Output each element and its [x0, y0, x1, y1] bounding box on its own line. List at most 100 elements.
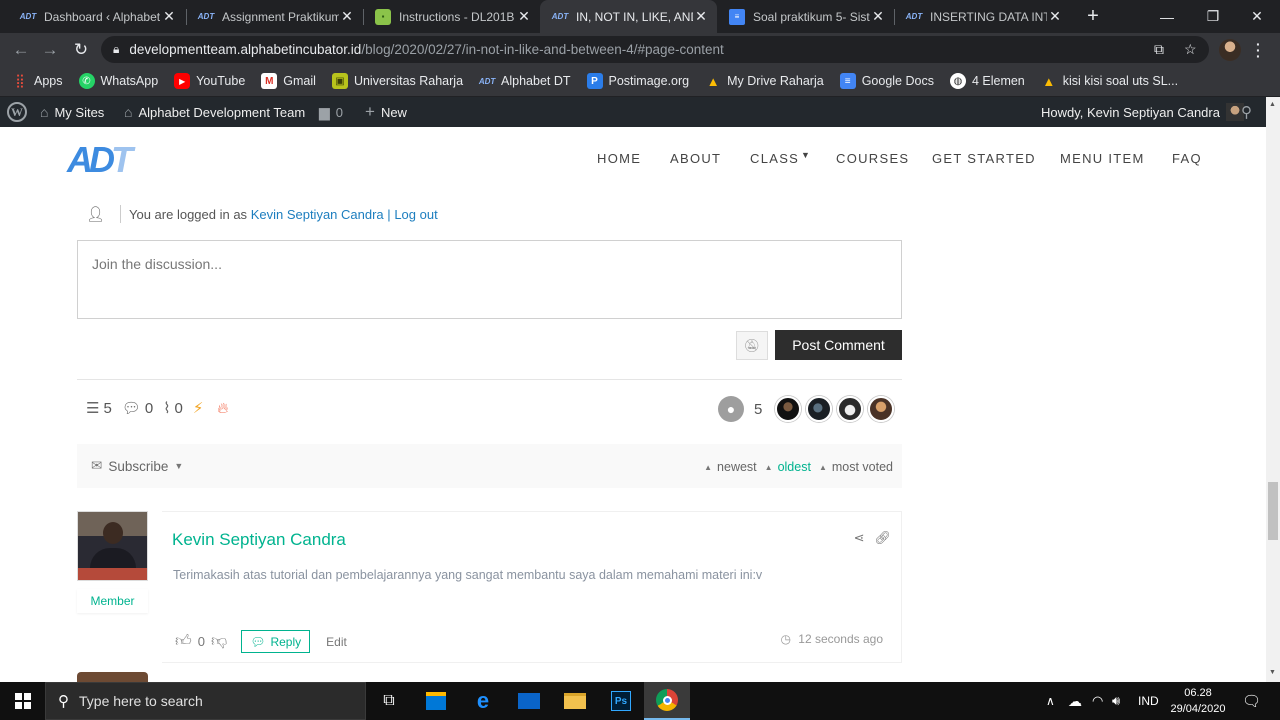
close-icon[interactable]: ✕: [870, 8, 886, 25]
bookmark-kisi-kisi[interactable]: ▲ kisi kisi soal uts SL...: [1041, 73, 1178, 89]
new-tab-button[interactable]: +: [1082, 5, 1104, 27]
reload-icon[interactable]: ↻: [68, 37, 94, 63]
clock[interactable]: 06.28 29/04/2020: [1168, 685, 1228, 717]
participant-avatar[interactable]: [868, 396, 895, 422]
edge-icon[interactable]: e: [460, 682, 506, 720]
list-icon: ☰: [86, 400, 100, 417]
edit-link[interactable]: Edit: [326, 635, 347, 649]
tab-assignment[interactable]: ADT Assignment Praktikum ✕: [186, 0, 363, 33]
tab-instructions[interactable]: ▪ Instructions - DL201B - ✕: [363, 0, 540, 33]
comment-bubble-icon: ▆: [319, 103, 330, 120]
followers-stat[interactable]: ⌇ 0: [163, 399, 183, 418]
participant-avatar[interactable]: [837, 396, 864, 422]
chrome-icon[interactable]: [644, 682, 690, 720]
avatar[interactable]: [77, 511, 148, 581]
fire-icon[interactable]: 🔥︎: [217, 400, 228, 417]
chrome-menu-icon[interactable]: · · ·: [1256, 37, 1262, 63]
back-icon[interactable]: ←: [8, 37, 34, 63]
task-view-icon[interactable]: ⧉: [366, 682, 412, 720]
thumbs-down-icon[interactable]: 👎︎: [211, 632, 227, 651]
close-icon[interactable]: ✕: [516, 8, 532, 25]
page-scrollbar[interactable]: ▲ ▼: [1266, 97, 1280, 682]
nav-get-started[interactable]: GET STARTED: [932, 151, 1036, 166]
mail-icon[interactable]: [506, 682, 552, 720]
comment-author[interactable]: Kevin Septiyan Candra: [172, 530, 346, 550]
post-comment-button[interactable]: Post Comment: [775, 330, 902, 360]
nav-about[interactable]: ABOUT: [670, 151, 721, 166]
logout-link[interactable]: Log out: [394, 207, 437, 222]
minimize-button[interactable]: —: [1144, 0, 1190, 33]
notification-icon[interactable]: 🗨︎: [1242, 682, 1261, 720]
search-icon[interactable]: ⚲: [1241, 97, 1252, 127]
subscribe-dropdown[interactable]: ✉ Subscribe ▼: [91, 458, 189, 474]
scroll-down-icon[interactable]: ▼: [1269, 669, 1276, 676]
photoshop-icon[interactable]: Ps: [598, 682, 644, 720]
site-name-button[interactable]: ⌂ Alphabet Development Team: [124, 97, 305, 127]
share-icon[interactable]: ⋖: [854, 530, 865, 546]
threads-stat[interactable]: ☰ 5: [86, 399, 112, 418]
bookmark-postimage[interactable]: P Postimage.org: [586, 73, 689, 89]
my-sites-button[interactable]: ⌂ My Sites: [40, 97, 104, 127]
nav-home[interactable]: HOME: [597, 151, 641, 166]
scrollbar-thumb[interactable]: [1268, 482, 1278, 540]
replies-stat[interactable]: 💬︎ 0: [122, 399, 153, 418]
nav-faq[interactable]: FAQ: [1172, 151, 1202, 166]
language-indicator[interactable]: IND: [1138, 682, 1159, 720]
start-button[interactable]: [0, 682, 45, 720]
nav-courses[interactable]: COURSES: [836, 151, 909, 166]
sort-most-voted[interactable]: most voted: [832, 460, 893, 474]
link-icon[interactable]: 🔗︎: [874, 530, 891, 546]
new-content-button[interactable]: + New: [365, 97, 407, 127]
bookmark-gmail[interactable]: M Gmail: [261, 73, 316, 89]
restore-button[interactable]: ❐: [1190, 0, 1236, 33]
forward-icon[interactable]: →: [37, 37, 63, 63]
tab-in-not-in[interactable]: ADT IN, NOT IN, LIKE, AND B ✕: [540, 0, 717, 33]
close-icon[interactable]: ✕: [693, 8, 709, 25]
close-window-button[interactable]: ✕: [1234, 0, 1280, 33]
bookmark-4-elemen[interactable]: ◍ 4 Elemen: [949, 73, 1025, 89]
taskbar-search-input[interactable]: ⚲ Type here to search: [45, 682, 366, 720]
bookmark-star-icon[interactable]: ☆: [1184, 41, 1197, 58]
reply-button[interactable]: 💬︎ Reply: [241, 630, 311, 653]
comments-button[interactable]: ▆ 0: [319, 97, 343, 127]
address-bar[interactable]: 🔒︎ developmentteam.alphabetincubator.id …: [101, 36, 1209, 63]
bookmark-whatsapp[interactable]: ✆ WhatsApp: [78, 73, 158, 89]
translate-icon[interactable]: ⧉: [1154, 41, 1164, 58]
profile-avatar[interactable]: [1219, 39, 1241, 61]
bookmark-raharja[interactable]: ▣ Universitas Raharja: [331, 73, 463, 89]
comment-textarea[interactable]: Join the discussion...: [77, 240, 902, 319]
close-icon[interactable]: ✕: [339, 8, 355, 25]
participant-avatar[interactable]: [806, 396, 833, 422]
bolt-icon[interactable]: ⚡︎: [193, 399, 204, 417]
bookmark-youtube[interactable]: ▶ YouTube: [174, 73, 245, 89]
nav-class[interactable]: CLASS: [750, 151, 799, 166]
thumbs-up-icon[interactable]: 👍︎: [175, 632, 192, 651]
scroll-up-icon[interactable]: ▲: [1269, 101, 1276, 108]
close-icon[interactable]: ✕: [1047, 8, 1063, 25]
tab-dashboard[interactable]: ADT Dashboard ‹ Alphabet D ✕: [8, 0, 185, 33]
avatar[interactable]: [77, 672, 148, 682]
volume-icon[interactable]: 🔊︎: [1112, 682, 1120, 720]
bookmarks-bar: ⣿ Apps ✆ WhatsApp ▶ YouTube M Gmail ▣ Un…: [0, 66, 1280, 97]
sort-oldest[interactable]: oldest: [778, 460, 811, 474]
bookmark-alphabet-dt[interactable]: ADT Alphabet DT: [479, 73, 571, 89]
bookmark-apps[interactable]: ⣿ Apps: [12, 73, 62, 89]
bookmark-google-docs[interactable]: ≡ Google Docs: [839, 73, 934, 89]
onedrive-icon[interactable]: ☁: [1068, 682, 1082, 720]
tab-soal-praktikum[interactable]: ≡ Soal praktikum 5- Siste ✕: [717, 0, 894, 33]
sort-newest[interactable]: newest: [717, 460, 757, 474]
tab-inserting-data[interactable]: ADT INSERTING DATA INTO ✕: [894, 0, 1071, 33]
bookmark-my-drive[interactable]: ▲ My Drive Raharja: [705, 73, 824, 89]
tray-chevron-icon[interactable]: ∧: [1046, 682, 1055, 720]
participant-avatar[interactable]: [775, 396, 802, 422]
site-logo[interactable]: ADT: [67, 139, 133, 181]
user-profile-link[interactable]: Kevin Septiyan Candra: [251, 207, 384, 222]
notification-mute-button[interactable]: 🔕︎: [736, 331, 768, 360]
my-account-button[interactable]: Howdy, Kevin Septiyan Candra: [1041, 97, 1244, 127]
close-icon[interactable]: ✕: [161, 8, 177, 25]
file-explorer-icon[interactable]: [552, 682, 598, 720]
nav-menu-item[interactable]: MENU ITEM: [1060, 151, 1145, 166]
wifi-icon[interactable]: ◠: [1092, 682, 1103, 720]
store-icon[interactable]: [413, 682, 459, 720]
wordpress-logo-button[interactable]: W: [7, 97, 27, 127]
